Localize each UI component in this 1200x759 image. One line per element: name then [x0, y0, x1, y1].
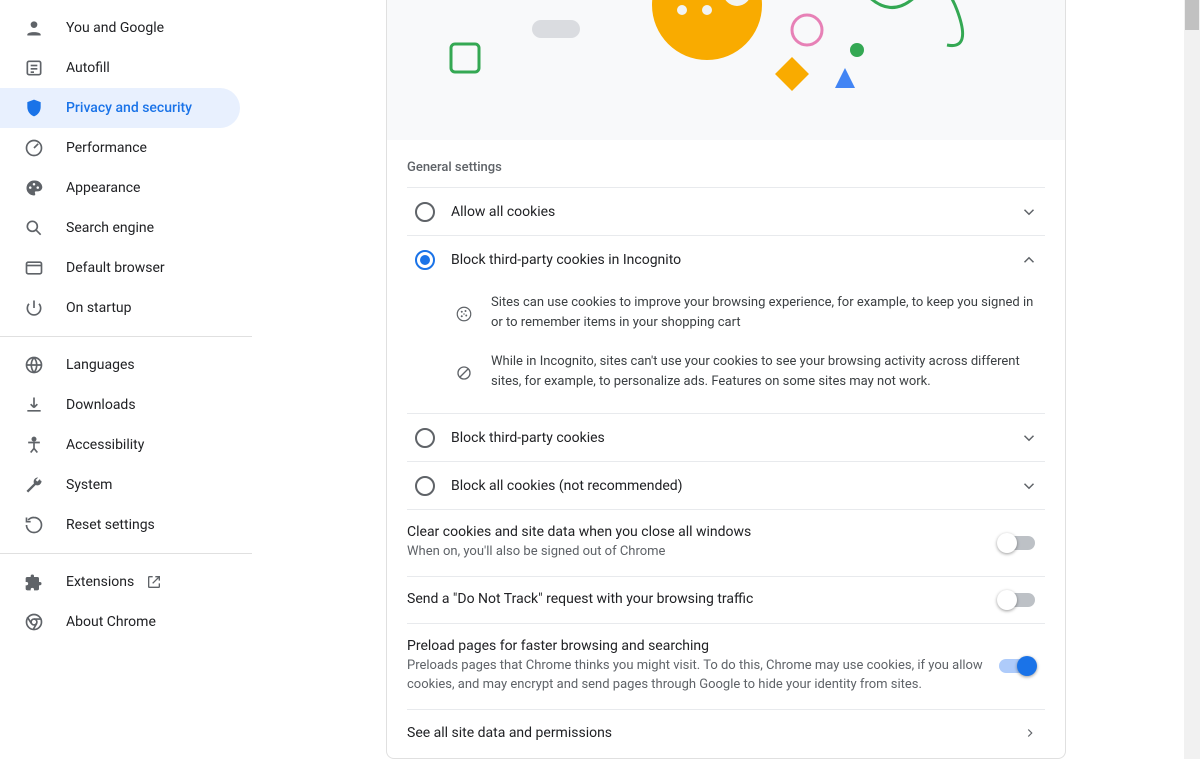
- cookie-icon: [455, 293, 475, 332]
- radio-icon: [415, 428, 435, 448]
- palette-icon: [24, 178, 44, 198]
- sidebar-item-label: Search engine: [66, 220, 154, 236]
- wrench-icon: [24, 475, 44, 495]
- sidebar-item-label: You and Google: [66, 20, 164, 36]
- sidebar-item-downloads[interactable]: Downloads: [0, 385, 240, 425]
- sidebar-item-label: Reset settings: [66, 517, 155, 533]
- section-title: General settings: [407, 140, 1045, 187]
- sidebar-item-privacy[interactable]: Privacy and security: [0, 88, 240, 128]
- toggle-preload-pages[interactable]: [999, 659, 1035, 673]
- sidebar-item-about[interactable]: About Chrome: [0, 602, 240, 642]
- sidebar-item-label: Performance: [66, 140, 147, 156]
- sidebar-item-label: Extensions: [66, 574, 134, 590]
- sidebar-item-label: Autofill: [66, 60, 110, 76]
- setting-preload-pages: Preload pages for faster browsing and se…: [407, 623, 1045, 709]
- sidebar-item-extensions[interactable]: Extensions: [0, 562, 240, 602]
- sidebar-item-you-google[interactable]: You and Google: [0, 8, 240, 48]
- setting-desc: When on, you'll also be signed out of Ch…: [407, 542, 999, 562]
- chevron-down-icon[interactable]: [1017, 477, 1041, 495]
- sidebar-item-label: Default browser: [66, 260, 165, 276]
- sidebar-item-label: System: [66, 477, 112, 493]
- sidebar-item-label: Languages: [66, 357, 135, 373]
- radio-icon: [415, 250, 435, 270]
- chevron-up-icon[interactable]: [1017, 251, 1041, 269]
- sidebar-item-label: Downloads: [66, 397, 136, 413]
- sidebar-item-languages[interactable]: Languages: [0, 345, 240, 385]
- restore-icon: [24, 515, 44, 535]
- download-icon: [24, 395, 44, 415]
- link-label: See all site data and permissions: [407, 725, 1023, 741]
- setting-title: Send a "Do Not Track" request with your …: [407, 591, 999, 607]
- radio-icon: [415, 202, 435, 222]
- sidebar-item-appearance[interactable]: Appearance: [0, 168, 240, 208]
- link-see-all-site-data[interactable]: See all site data and permissions: [407, 709, 1045, 757]
- sidebar-item-label: Appearance: [66, 180, 140, 196]
- radio-label: Block third-party cookies: [451, 430, 1017, 446]
- sidebar-item-default-browser[interactable]: Default browser: [0, 248, 240, 288]
- chevron-right-icon: [1023, 726, 1037, 740]
- radio-block-third-party[interactable]: Block third-party cookies: [407, 413, 1045, 461]
- globe-icon: [24, 355, 44, 375]
- speedometer-icon: [24, 138, 44, 158]
- sidebar-item-performance[interactable]: Performance: [0, 128, 240, 168]
- chevron-down-icon[interactable]: [1017, 429, 1041, 447]
- info-text: While in Incognito, sites can't use your…: [491, 352, 1035, 391]
- scrollbar-thumb[interactable]: [1185, 0, 1199, 30]
- sidebar-item-reset[interactable]: Reset settings: [0, 505, 240, 545]
- sidebar-item-label: About Chrome: [66, 614, 156, 630]
- autofill-icon: [24, 58, 44, 78]
- sidebar-item-accessibility[interactable]: Accessibility: [0, 425, 240, 465]
- browser-icon: [24, 258, 44, 278]
- chevron-down-icon[interactable]: [1017, 203, 1041, 221]
- setting-title: Preload pages for faster browsing and se…: [407, 638, 999, 654]
- setting-clear-on-close: Clear cookies and site data when you clo…: [407, 509, 1045, 576]
- chrome-icon: [24, 612, 44, 632]
- setting-desc: Preloads pages that Chrome thinks you mi…: [407, 656, 999, 695]
- shield-icon: [24, 98, 44, 118]
- extension-icon: [24, 572, 44, 592]
- radio-expanded-body: Sites can use cookies to improve your br…: [407, 283, 1045, 413]
- search-icon: [24, 218, 44, 238]
- person-icon: [24, 18, 44, 38]
- radio-block-all[interactable]: Block all cookies (not recommended): [407, 461, 1045, 509]
- radio-label: Block all cookies (not recommended): [451, 478, 1017, 494]
- sidebar-item-system[interactable]: System: [0, 465, 240, 505]
- radio-label: Block third-party cookies in Incognito: [451, 252, 1017, 268]
- radio-icon: [415, 476, 435, 496]
- setting-do-not-track: Send a "Do Not Track" request with your …: [407, 576, 1045, 623]
- block-icon: [455, 352, 475, 391]
- radio-label: Allow all cookies: [451, 204, 1017, 220]
- sidebar-item-label: On startup: [66, 300, 132, 316]
- main-content: General settings Allow all cookies Block…: [252, 0, 1200, 759]
- accessibility-icon: [24, 435, 44, 455]
- sidebar-item-autofill[interactable]: Autofill: [0, 48, 240, 88]
- info-text: Sites can use cookies to improve your br…: [491, 293, 1035, 332]
- toggle-clear-on-close[interactable]: [999, 536, 1035, 550]
- radio-allow-all-cookies[interactable]: Allow all cookies: [407, 187, 1045, 235]
- hero-illustration: [387, 0, 1065, 140]
- sidebar-item-search-engine[interactable]: Search engine: [0, 208, 240, 248]
- radio-block-third-party-incognito[interactable]: Block third-party cookies in Incognito: [407, 235, 1045, 283]
- page-scrollbar[interactable]: [1184, 0, 1200, 759]
- power-icon: [24, 298, 44, 318]
- sidebar-item-label: Privacy and security: [66, 100, 192, 116]
- external-link-icon: [146, 574, 162, 590]
- settings-card: General settings Allow all cookies Block…: [386, 0, 1066, 759]
- sidebar-item-on-startup[interactable]: On startup: [0, 288, 240, 328]
- setting-title: Clear cookies and site data when you clo…: [407, 524, 999, 540]
- settings-sidebar: You and Google Autofill Privacy and secu…: [0, 0, 252, 759]
- sidebar-item-label: Accessibility: [66, 437, 144, 453]
- toggle-do-not-track[interactable]: [999, 593, 1035, 607]
